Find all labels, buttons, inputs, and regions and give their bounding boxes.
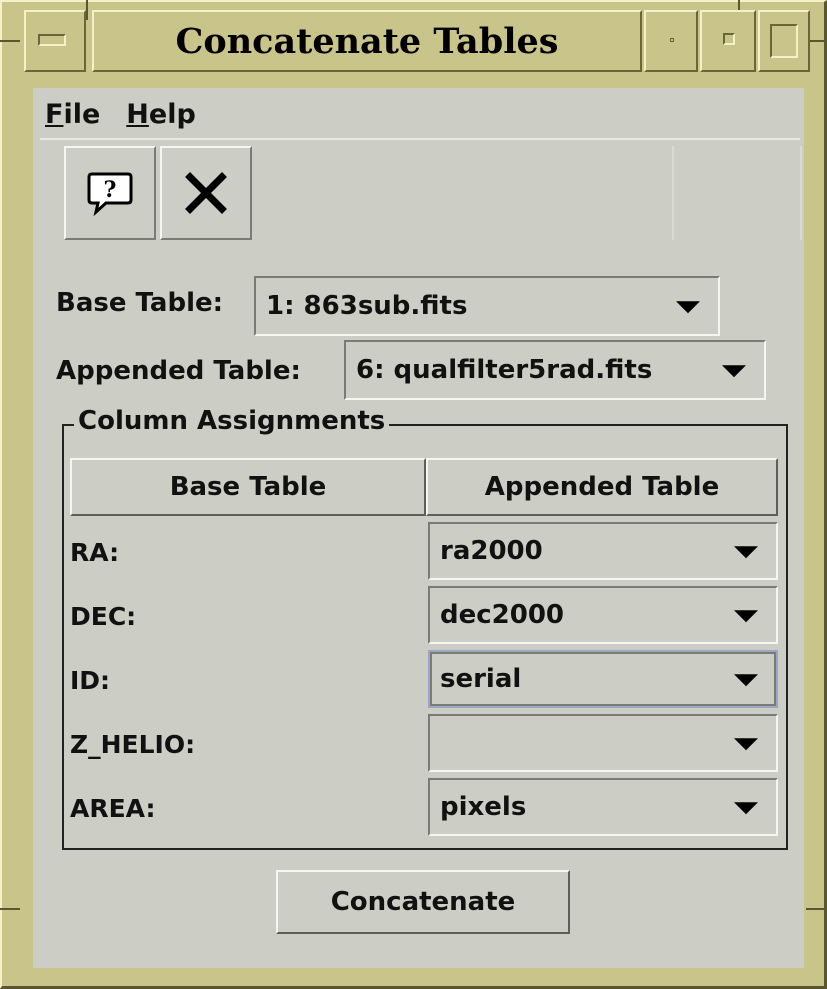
window-menu-icon — [38, 34, 66, 46]
title-bar[interactable]: Concatenate Tables — [92, 10, 642, 72]
maximize-button[interactable] — [700, 10, 756, 72]
row-label-ra: RA: — [70, 538, 120, 567]
chevron-down-icon — [734, 610, 758, 623]
menu-file[interactable]: File — [45, 99, 100, 130]
base-table-select[interactable]: 1: 863sub.fits — [254, 276, 720, 336]
chevron-down-icon — [734, 802, 758, 815]
column-select-area[interactable]: pixels — [428, 778, 778, 836]
chevron-down-icon — [722, 365, 746, 378]
chevron-down-icon — [734, 546, 758, 559]
frame-corner-mark — [806, 908, 826, 910]
resize-icon — [770, 24, 798, 58]
column-select-value: ra2000 — [440, 536, 543, 566]
concatenate-button[interactable]: Concatenate — [276, 870, 570, 934]
column-select-value: dec2000 — [440, 600, 565, 630]
close-button[interactable] — [160, 146, 252, 240]
menu-help[interactable]: Help — [126, 99, 196, 130]
appended-table-value: 6: qualfilter5rad.fits — [356, 355, 653, 385]
close-x-icon — [185, 172, 227, 214]
base-table-label: Base Table: — [56, 288, 224, 318]
chevron-down-icon — [676, 301, 700, 314]
help-bubble-icon: ? — [87, 172, 133, 216]
column-assignments-title: Column Assignments — [74, 406, 390, 436]
window-bottom-border — [33, 968, 804, 986]
chevron-down-icon — [734, 674, 758, 687]
appended-table-select[interactable]: 6: qualfilter5rad.fits — [344, 340, 766, 400]
header-base-table[interactable]: Base Table — [70, 458, 426, 516]
column-select-dec[interactable]: dec2000 — [428, 586, 778, 644]
help-button[interactable]: ? — [64, 146, 156, 240]
window-title: Concatenate Tables — [175, 20, 559, 62]
minimize-icon — [670, 38, 674, 42]
row-label-z-helio: Z_HELIO: — [70, 730, 196, 759]
frame-corner-mark — [0, 908, 20, 910]
base-table-value: 1: 863sub.fits — [266, 291, 468, 321]
row-label-area: AREA: — [70, 794, 156, 823]
minimize-button[interactable] — [644, 10, 698, 72]
toolbar-separator — [800, 146, 802, 240]
maximize-icon — [723, 33, 735, 45]
appended-table-label: Appended Table: — [56, 356, 301, 386]
window-menu-button[interactable] — [24, 10, 86, 72]
row-label-dec: DEC: — [70, 602, 137, 631]
menu-bar: File Help — [33, 92, 804, 136]
window-resize-button[interactable] — [758, 10, 810, 72]
column-select-value: serial — [440, 664, 522, 694]
row-label-id: ID: — [70, 666, 111, 695]
toolbar-separator — [672, 146, 674, 240]
frame-corner-mark — [86, 0, 88, 20]
svg-text:?: ? — [104, 177, 117, 203]
header-appended-table[interactable]: Appended Table — [426, 458, 778, 516]
menu-separator — [40, 138, 800, 140]
column-select-value: pixels — [440, 792, 527, 822]
chevron-down-icon — [734, 738, 758, 751]
column-select-z-helio[interactable] — [428, 714, 778, 772]
column-select-id[interactable]: serial — [428, 650, 778, 708]
column-select-ra[interactable]: ra2000 — [428, 522, 778, 580]
frame-corner-mark — [0, 40, 20, 42]
